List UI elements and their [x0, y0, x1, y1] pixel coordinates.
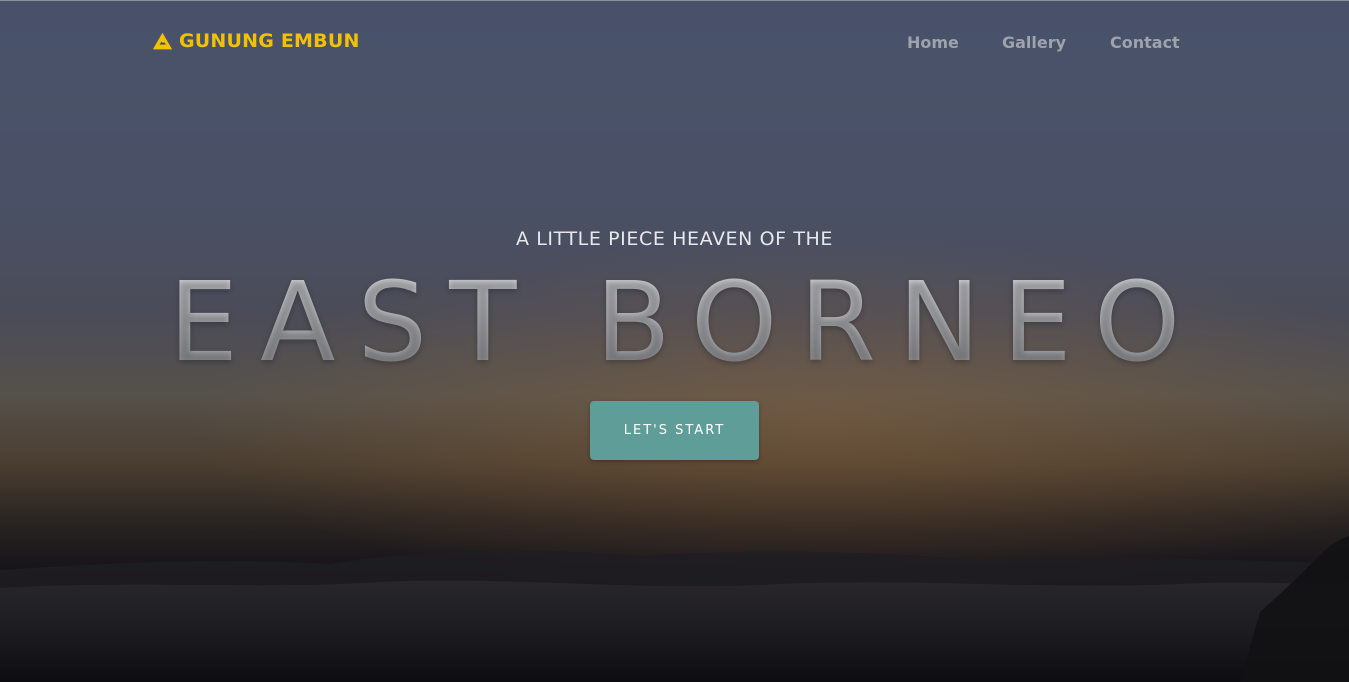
hero-headline: EAST BORNEO: [0, 262, 1349, 382]
hero-subtitle: A LITTLE PIECE HEAVEN OF THE: [515, 228, 834, 250]
lets-start-button[interactable]: LET'S START: [590, 401, 759, 460]
mountain-silhouette: [0, 536, 1349, 682]
nav-link-gallery[interactable]: Gallery: [1002, 33, 1066, 52]
nav-link-home[interactable]: Home: [907, 33, 959, 52]
nav-links: Home Gallery Contact: [0, 33, 1349, 57]
navbar: GUNUNG EMBUN Home Gallery Contact: [0, 0, 1349, 90]
nav-link-contact[interactable]: Contact: [1110, 33, 1180, 52]
hero-section: GUNUNG EMBUN Home Gallery Contact A LITT…: [0, 0, 1349, 682]
